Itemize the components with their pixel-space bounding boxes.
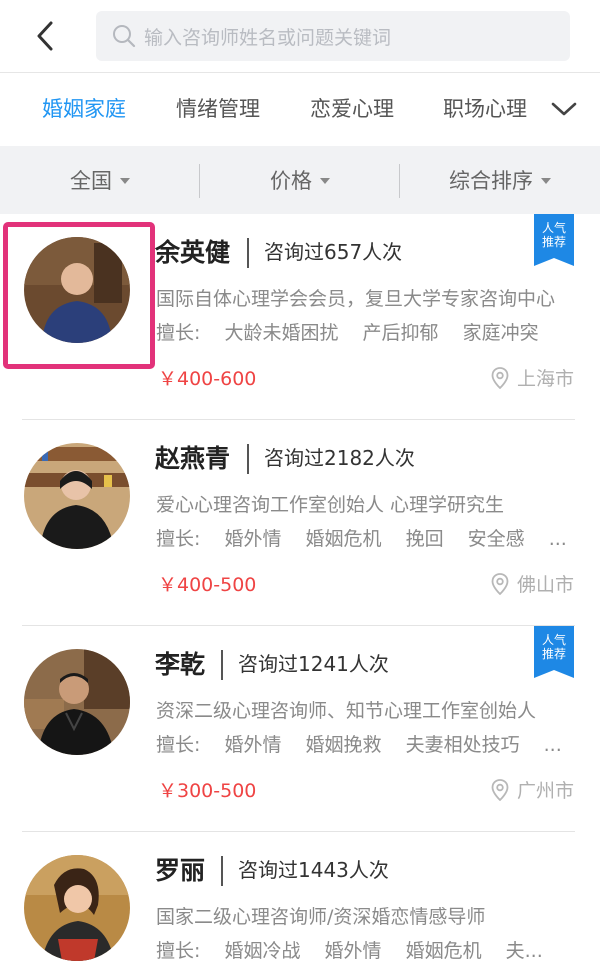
popular-badge: 人气 推荐 <box>534 626 574 678</box>
counselor-name: 赵燕青 <box>155 444 231 473</box>
counselor-card[interactable]: 余英健 咨询过657人次 人气 推荐 国际自体心理学会会员，复旦大学专家咨询中心… <box>0 214 600 420</box>
consult-count: 咨询过2182人次 <box>264 446 415 470</box>
location-pin-icon <box>491 778 509 801</box>
counselor-skills: 擅长: 婚姻冷战 婚外情 婚姻危机 夫... <box>156 936 576 963</box>
badge-line2: 推荐 <box>541 647 566 661</box>
price: ￥400-600 <box>158 368 257 390</box>
skill-tag: 婚外情 <box>224 734 282 756</box>
location-text: 上海市 <box>516 368 574 390</box>
name-separator <box>221 856 223 886</box>
badge-line2: 推荐 <box>541 235 566 249</box>
counselor-intro: 国家二级心理咨询师/资深婚恋情感导师 <box>156 906 486 928</box>
popular-badge: 人气 推荐 <box>534 214 574 266</box>
counselor-name: 李乾 <box>155 650 206 679</box>
location-pin-icon <box>491 366 509 389</box>
category-tabs: 婚姻家庭 情绪管理 恋爱心理 职场心理 <box>0 73 600 146</box>
skill-tag: 婚姻挽救 <box>305 734 382 756</box>
skill-tag: 夫... <box>505 940 543 962</box>
tab-emotion-management[interactable]: 情绪管理 <box>176 93 260 123</box>
tab-workplace-psychology[interactable]: 职场心理 <box>443 93 527 123</box>
skill-tag: 婚姻危机 <box>305 528 382 550</box>
chevron-left-icon <box>37 21 53 51</box>
location-pin-icon <box>491 572 509 595</box>
badge-line1: 人气 <box>541 633 566 647</box>
location: 广州市 <box>491 776 574 803</box>
consult-count: 咨询过1443人次 <box>238 858 389 882</box>
counselor-skills: 擅长: 婚外情 婚姻挽救 夫妻相处技巧 ... <box>156 730 576 757</box>
skill-tag: 婚姻冷战 <box>224 940 301 962</box>
counselor-skills: 擅长: 大龄未婚困扰 产后抑郁 家庭冲突 <box>156 318 576 345</box>
caret-down-icon <box>320 178 330 184</box>
counselor-intro: 资深二级心理咨询师、知节心理工作室创始人 <box>156 700 537 722</box>
skills-label: 擅长: <box>156 734 201 756</box>
location-text: 佛山市 <box>516 574 574 596</box>
skill-tag: 夫妻相处技巧 <box>405 734 520 756</box>
skill-tag: 婚外情 <box>224 528 282 550</box>
chevron-down-icon <box>551 102 577 116</box>
skill-tag: 挽回 <box>405 528 444 550</box>
tabs-expand-button[interactable] <box>548 89 580 129</box>
avatar-highlight-frame <box>3 222 155 369</box>
tab-love-psychology[interactable]: 恋爱心理 <box>310 93 394 123</box>
filter-region[interactable]: 全国 <box>0 146 200 214</box>
avatar[interactable] <box>24 855 130 961</box>
consult-count: 咨询过657人次 <box>264 240 403 264</box>
counselor-intro: 爱心心理咨询工作室创始人 心理学研究生 <box>156 494 505 516</box>
location: 佛山市 <box>491 570 574 597</box>
search-icon <box>113 25 136 48</box>
skill-tag: ... <box>543 734 562 756</box>
search-placeholder: 输入咨询师姓名或问题关键词 <box>144 26 392 49</box>
tab-marriage-family[interactable]: 婚姻家庭 <box>42 93 126 123</box>
consult-count: 咨询过1241人次 <box>238 652 389 676</box>
filter-price-label: 价格 <box>270 169 312 193</box>
top-bar: 输入咨询师姓名或问题关键词 <box>0 0 600 72</box>
skill-tag: 大龄未婚困扰 <box>224 322 339 344</box>
badge-line1: 人气 <box>541 221 566 235</box>
filter-sort[interactable]: 综合排序 <box>400 146 600 214</box>
counselor-card[interactable]: 赵燕青 咨询过2182人次 爱心心理咨询工作室创始人 心理学研究生 擅长: 婚外… <box>0 420 600 626</box>
avatar[interactable] <box>24 649 130 755</box>
filter-price[interactable]: 价格 <box>200 146 400 214</box>
skill-tag: 婚外情 <box>324 940 382 962</box>
counselor-skills: 擅长: 婚外情 婚姻危机 挽回 安全感 ... <box>156 524 576 551</box>
caret-down-icon <box>541 178 551 184</box>
filter-sort-label: 综合排序 <box>449 169 533 193</box>
filter-region-label: 全国 <box>70 169 112 193</box>
skills-label: 擅长: <box>156 940 201 962</box>
skill-tag: 安全感 <box>467 528 525 550</box>
tabs-fade <box>530 73 550 146</box>
skills-label: 擅长: <box>156 528 201 550</box>
counselor-name: 余英健 <box>155 238 231 267</box>
skill-tag: 婚姻危机 <box>405 940 482 962</box>
name-separator <box>247 444 249 474</box>
location-text: 广州市 <box>516 780 574 802</box>
price: ￥400-500 <box>158 574 257 596</box>
skill-tag: 家庭冲突 <box>462 322 539 344</box>
avatar[interactable] <box>24 443 130 549</box>
name-separator <box>247 238 249 268</box>
skill-tag: 产后抑郁 <box>362 322 439 344</box>
counselor-card[interactable]: 罗丽 咨询过1443人次 国家二级心理咨询师/资深婚恋情感导师 擅长: 婚姻冷战… <box>0 832 600 965</box>
back-button[interactable] <box>28 18 62 54</box>
counselor-intro: 国际自体心理学会会员，复旦大学专家咨询中心 <box>156 288 556 310</box>
filter-bar: 全国 价格 综合排序 <box>0 146 600 214</box>
price: ￥300-500 <box>158 780 257 802</box>
skill-tag: ... <box>548 528 567 550</box>
location: 上海市 <box>491 364 574 391</box>
counselor-card[interactable]: 李乾 咨询过1241人次 人气 推荐 资深二级心理咨询师、知节心理工作室创始人 … <box>0 626 600 832</box>
skills-label: 擅长: <box>156 322 201 344</box>
caret-down-icon <box>120 178 130 184</box>
counselor-name: 罗丽 <box>155 856 206 885</box>
search-input[interactable]: 输入咨询师姓名或问题关键词 <box>96 11 570 61</box>
name-separator <box>221 650 223 680</box>
